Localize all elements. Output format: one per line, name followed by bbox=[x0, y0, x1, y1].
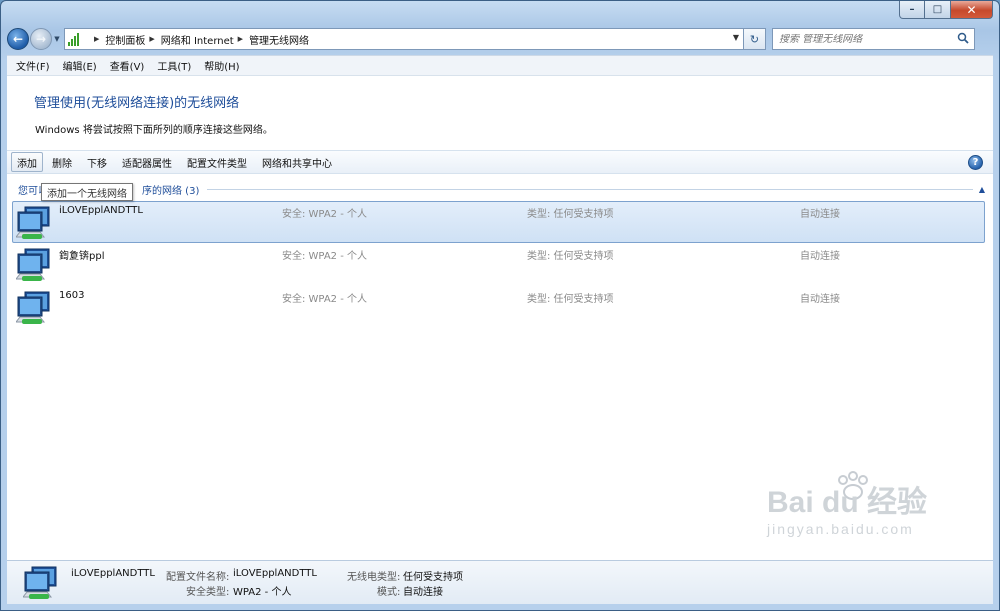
breadcrumb-item-network-internet[interactable]: 网络和 Internet ▶ bbox=[161, 32, 249, 47]
search-icon[interactable] bbox=[957, 32, 969, 44]
add-button[interactable]: 添加 bbox=[11, 152, 43, 172]
minimize-button[interactable]: – bbox=[899, 1, 925, 19]
network-group-header[interactable]: 您可以 序的网络 (3) ▲ bbox=[18, 182, 985, 197]
menu-file[interactable]: 文件(F) bbox=[11, 58, 55, 73]
network-signal-icon bbox=[68, 32, 84, 46]
network-row[interactable]: 鍧夐锛ppl 安全: WPA2 - 个人 类型: 任何受支持项 自动连接 bbox=[12, 243, 985, 286]
wireless-network-icon bbox=[16, 291, 50, 324]
breadcrumb-arrow-icon[interactable]: ▶ bbox=[238, 35, 243, 43]
page-description: Windows 将尝试按照下面所列的顺序连接这些网络。 bbox=[35, 125, 273, 136]
network-type: 类型: 任何受支持项 bbox=[527, 209, 614, 220]
network-security: 安全: WPA2 - 个人 bbox=[282, 251, 367, 262]
move-down-button[interactable]: 下移 bbox=[81, 152, 113, 172]
search-input[interactable] bbox=[779, 33, 949, 45]
page-title: 管理使用(无线网络连接)的无线网络 bbox=[34, 96, 240, 111]
breadcrumb-arrow-icon[interactable]: ▶ bbox=[149, 35, 154, 43]
network-type: 类型: 任何受支持项 bbox=[527, 294, 614, 305]
breadcrumb-item-control-panel[interactable]: 控制面板 ▶ bbox=[105, 32, 160, 47]
network-row[interactable]: 1603 安全: WPA2 - 个人 类型: 任何受支持项 自动连接 bbox=[12, 286, 985, 329]
caption-buttons: – □ ✕ bbox=[899, 1, 993, 19]
command-toolbar: 添加 删除 下移 适配器属性 配置文件类型 网络和共享中心 ? bbox=[7, 150, 993, 174]
profile-name-value: iLOVEpplANDTTL bbox=[233, 568, 317, 579]
content-pane: 管理使用(无线网络连接)的无线网络 Windows 将尝试按照下面所列的顺序连接… bbox=[7, 75, 993, 560]
details-pane: iLOVEpplANDTTL 配置文件名称: iLOVEpplANDTTL 安全… bbox=[7, 560, 993, 604]
group-title-end: 序的网络 (3) bbox=[142, 185, 200, 197]
baidu-watermark: Bai du 经验 jingyan.baidu.com bbox=[766, 471, 927, 537]
wireless-network-icon bbox=[16, 248, 50, 281]
mode-value: 自动连接 bbox=[403, 587, 443, 598]
add-tooltip: 添加一个无线网络 bbox=[41, 183, 133, 201]
security-type-label: 安全类型: bbox=[186, 587, 230, 598]
watermark-url: jingyan.baidu.com bbox=[766, 521, 914, 537]
explorer-window: – □ ✕ ← → ▼ ▶ 控制面板 ▶ 网络和 Internet ▶ 管理无线… bbox=[0, 0, 1000, 611]
security-type-value: WPA2 - 个人 bbox=[233, 587, 292, 598]
mode-label: 模式: bbox=[377, 587, 401, 598]
menu-view[interactable]: 查看(V) bbox=[105, 58, 150, 73]
address-bar[interactable]: ▶ 控制面板 ▶ 网络和 Internet ▶ 管理无线网络 ▼ bbox=[64, 28, 744, 50]
help-icon[interactable]: ? bbox=[968, 155, 983, 170]
network-mode: 自动连接 bbox=[800, 294, 840, 305]
network-security: 安全: WPA2 - 个人 bbox=[282, 294, 367, 305]
adapter-properties-button[interactable]: 适配器属性 bbox=[116, 152, 178, 172]
breadcrumb-item-manage-wireless[interactable]: 管理无线网络 bbox=[249, 32, 309, 47]
group-divider bbox=[207, 188, 973, 190]
network-name: iLOVEpplANDTTL bbox=[59, 205, 143, 216]
close-button[interactable]: ✕ bbox=[951, 1, 993, 19]
menu-help[interactable]: 帮助(H) bbox=[199, 58, 244, 73]
search-box[interactable] bbox=[772, 28, 975, 50]
maximize-button[interactable]: □ bbox=[925, 1, 951, 19]
network-row[interactable]: iLOVEpplANDTTL 安全: WPA2 - 个人 类型: 任何受支持项 … bbox=[12, 201, 985, 243]
breadcrumb-root-arrow[interactable]: ▶ bbox=[94, 35, 99, 43]
details-network-name: iLOVEpplANDTTL bbox=[71, 568, 155, 579]
refresh-button[interactable]: ↻ bbox=[744, 28, 766, 50]
menu-bar: 文件(F) 编辑(E) 查看(V) 工具(T) 帮助(H) bbox=[7, 55, 993, 75]
network-name: 鍧夐锛ppl bbox=[59, 251, 105, 262]
network-mode: 自动连接 bbox=[800, 209, 840, 220]
profile-types-button[interactable]: 配置文件类型 bbox=[181, 152, 253, 172]
network-name: 1603 bbox=[59, 290, 85, 301]
forward-button[interactable]: → bbox=[30, 28, 52, 50]
menu-tools[interactable]: 工具(T) bbox=[152, 58, 196, 73]
delete-button[interactable]: 删除 bbox=[46, 152, 78, 172]
navigation-bar: ← → ▼ ▶ 控制面板 ▶ 网络和 Internet ▶ 管理无线网络 ▼ ↻ bbox=[7, 27, 993, 51]
network-sharing-center-button[interactable]: 网络和共享中心 bbox=[256, 152, 338, 172]
network-type: 类型: 任何受支持项 bbox=[527, 251, 614, 262]
wireless-network-icon bbox=[23, 566, 57, 599]
profile-name-label: 配置文件名称: bbox=[166, 572, 230, 583]
collapse-chevron-icon[interactable]: ▲ bbox=[979, 185, 985, 194]
recent-pages-dropdown[interactable]: ▼ bbox=[52, 35, 62, 43]
network-security: 安全: WPA2 - 个人 bbox=[282, 209, 367, 220]
address-dropdown-icon[interactable]: ▼ bbox=[733, 33, 739, 42]
back-button[interactable]: ← bbox=[7, 28, 29, 50]
watermark-brand: Bai du 经验 bbox=[767, 485, 927, 519]
network-list: iLOVEpplANDTTL 安全: WPA2 - 个人 类型: 任何受支持项 … bbox=[12, 201, 985, 329]
network-mode: 自动连接 bbox=[800, 251, 840, 262]
menu-edit[interactable]: 编辑(E) bbox=[58, 58, 102, 73]
wireless-network-icon bbox=[16, 206, 50, 239]
radio-type-label: 无线电类型: bbox=[347, 572, 401, 583]
radio-type-value: 任何受支持项 bbox=[403, 572, 463, 583]
